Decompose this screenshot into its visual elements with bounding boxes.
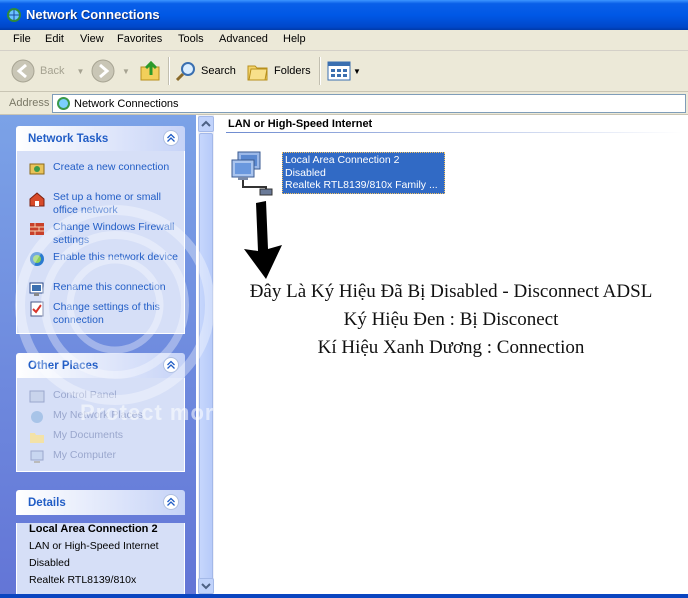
home-network-icon (29, 192, 45, 207)
forward-button[interactable]: ▼ (90, 57, 130, 85)
views-button[interactable]: ▼ (327, 57, 361, 85)
task-pane: Network Tasks Create a new connection Se… (0, 115, 196, 598)
menu-favorites[interactable]: Favorites (117, 33, 162, 45)
folders-button[interactable]: Folders (246, 57, 311, 85)
computer-icon (30, 450, 44, 463)
scroll-down-button[interactable] (198, 578, 214, 594)
details-status: Disabled (29, 557, 70, 569)
title-bar[interactable]: Network Connections (0, 0, 688, 30)
views-dropdown-icon[interactable]: ▼ (353, 67, 361, 76)
window-bottom-border (0, 594, 688, 598)
collapse-chevron-icon[interactable] (163, 130, 179, 146)
menu-view[interactable]: View (80, 33, 104, 45)
address-label: Address (9, 97, 50, 109)
address-input[interactable]: Network Connections (52, 94, 686, 113)
task-enable-device[interactable]: Enable this network device (17, 249, 184, 279)
back-dropdown-icon[interactable]: ▼ (76, 67, 84, 76)
details-name: Local Area Connection 2 (29, 523, 158, 535)
black-arrow-annotation (244, 201, 282, 279)
address-bar: Address Network Connections (0, 92, 688, 115)
content-area: LAN or High-Speed Internet Local Area Co… (214, 115, 688, 598)
place-my-network-places[interactable]: My Network Places (17, 407, 184, 427)
settings-icon (30, 301, 44, 317)
group-divider (226, 132, 682, 133)
collapse-chevron-icon[interactable] (163, 357, 179, 373)
details-header[interactable]: Details (16, 490, 185, 515)
search-icon (175, 62, 195, 82)
search-button[interactable]: Search (175, 57, 236, 85)
place-control-panel[interactable]: Control Panel (17, 387, 184, 407)
toolbar-separator (168, 57, 170, 85)
connection-name: Local Area Connection 2 (285, 154, 400, 166)
task-change-firewall[interactable]: Change Windows Firewall settings (17, 219, 184, 249)
forward-arrow-icon (91, 59, 115, 83)
menu-bar: File Edit View Favorites Tools Advanced … (0, 30, 688, 51)
chevron-up-icon (201, 120, 211, 127)
network-tasks-header[interactable]: Network Tasks (16, 126, 185, 151)
control-panel-icon (29, 390, 45, 403)
task-create-new-connection[interactable]: Create a new connection (17, 159, 184, 189)
connection-item-label[interactable]: Local Area Connection 2 Disabled Realtek… (282, 152, 445, 194)
menu-tools[interactable]: Tools (178, 33, 204, 45)
toolbar-separator (319, 57, 321, 85)
back-button[interactable]: Back ▼ (10, 57, 84, 85)
other-places-panel: Other Places Control Panel My Network Pl… (16, 353, 185, 472)
annotation-line-1: Đây Là Ký Hiệu Đã Bị Disabled - Disconne… (249, 281, 653, 302)
enable-device-icon (30, 252, 44, 266)
network-connections-icon (7, 8, 21, 22)
up-folder-button[interactable] (139, 57, 163, 85)
chevron-down-icon (201, 583, 211, 590)
details-type: LAN or High-Speed Internet (29, 540, 159, 552)
network-places-icon (31, 411, 43, 423)
details-device: Realtek RTL8139/810x (29, 574, 137, 586)
menu-edit[interactable]: Edit (45, 33, 64, 45)
network-connections-icon (57, 97, 70, 110)
folders-icon (247, 65, 268, 81)
task-pane-scrollbar[interactable] (198, 115, 214, 598)
network-tasks-panel: Network Tasks Create a new connection Se… (16, 126, 185, 334)
group-header: LAN or High-Speed Internet (228, 118, 373, 130)
back-arrow-icon (11, 59, 35, 83)
scroll-up-button[interactable] (198, 116, 214, 132)
task-change-settings[interactable]: Change settings of this connection (17, 299, 184, 329)
firewall-icon (30, 223, 44, 235)
connection-status: Disabled (285, 166, 326, 179)
forward-dropdown-icon[interactable]: ▼ (122, 67, 130, 76)
collapse-chevron-icon[interactable] (163, 494, 179, 510)
menu-help[interactable]: Help (283, 33, 306, 45)
other-places-header[interactable]: Other Places (16, 353, 185, 378)
up-folder-icon (140, 60, 160, 81)
place-my-documents[interactable]: My Documents (17, 427, 184, 447)
menu-file[interactable]: File (13, 33, 31, 45)
rename-icon (29, 282, 44, 296)
menu-advanced[interactable]: Advanced (219, 33, 268, 45)
window-title: Network Connections (26, 7, 160, 22)
task-rename-connection[interactable]: Rename this connection (17, 279, 184, 299)
documents-folder-icon (30, 433, 44, 443)
details-panel: Details Local Area Connection 2 LAN or H… (16, 490, 185, 598)
scroll-thumb[interactable] (199, 133, 213, 585)
annotation-line-3: Kí Hiệu Xanh Dương : Connection (317, 337, 585, 358)
annotation-line-2: Ký Hiệu Đen : Bị Disconect (343, 309, 559, 330)
views-icon (327, 61, 351, 81)
place-my-computer[interactable]: My Computer (17, 447, 184, 467)
connection-device: Realtek RTL8139/810x Family ... (285, 179, 438, 191)
network-connection-disabled-icon[interactable] (230, 149, 280, 197)
task-setup-home-network[interactable]: Set up a home or small office network (17, 189, 184, 219)
new-connection-icon (29, 163, 45, 175)
toolbar: Back ▼ ▼ Search Folders ▼ (0, 51, 688, 92)
